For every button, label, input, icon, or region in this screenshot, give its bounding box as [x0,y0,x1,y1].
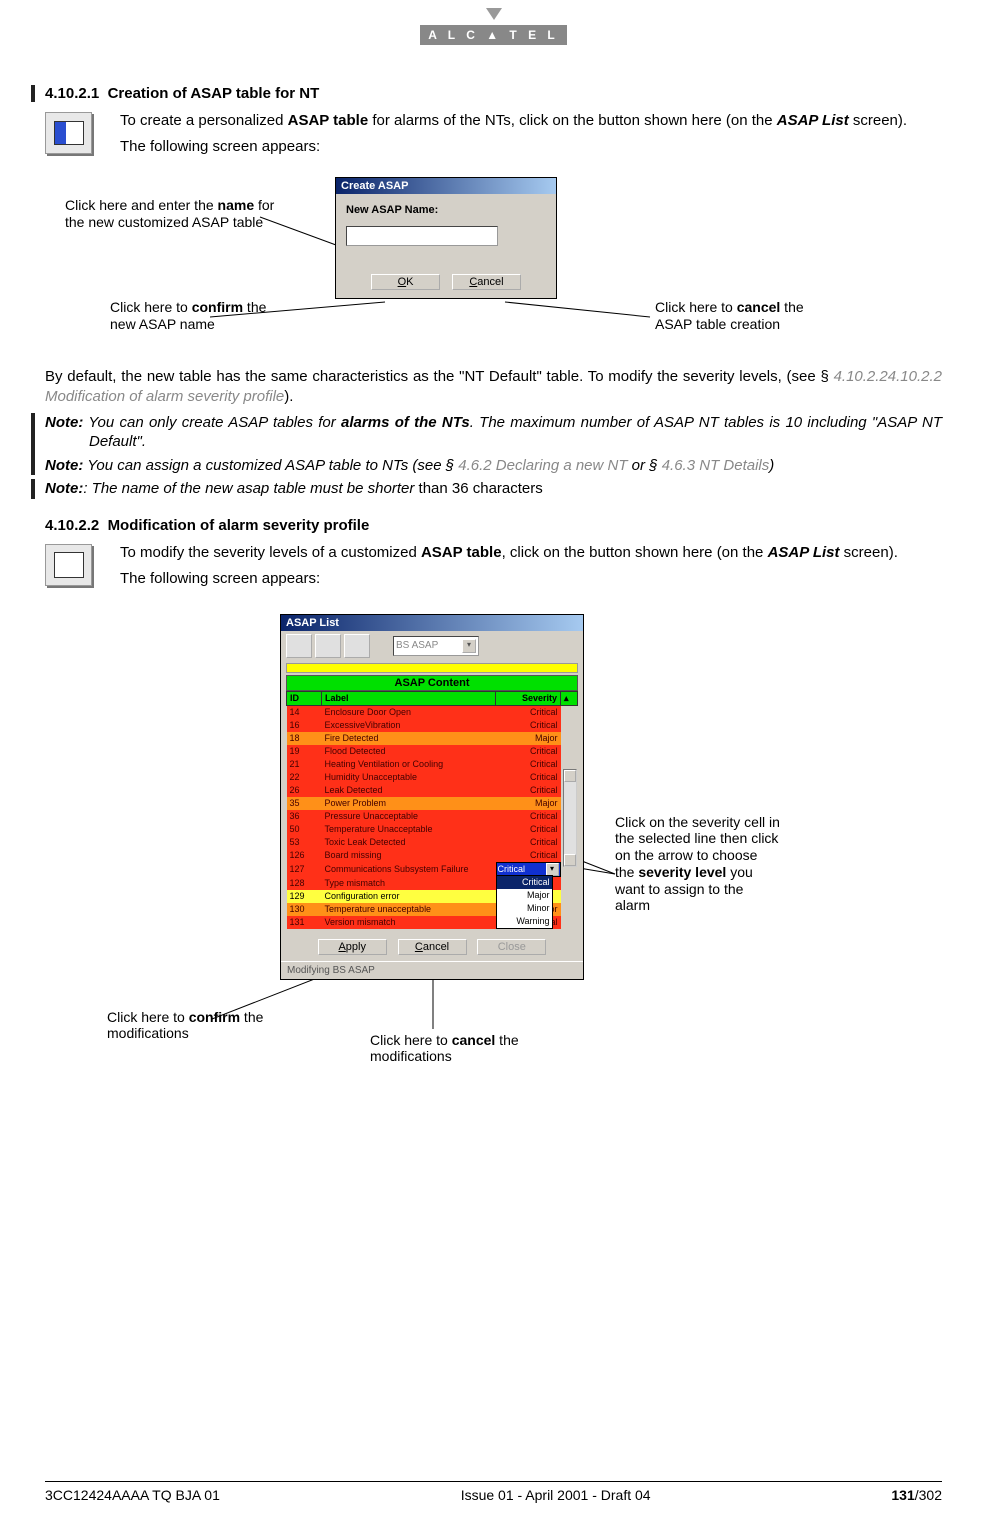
apply-button[interactable]: Apply [318,939,387,955]
note-1: Note: You can only create ASAP tables fo… [45,413,942,452]
modify-asap-icon [45,544,92,586]
col-id: ID [287,691,322,705]
note-3: Note:: The name of the new asap table mu… [45,479,942,499]
doc-issue: Issue 01 - April 2001 - Draft 04 [461,1487,651,1503]
table-row[interactable]: 19Flood DetectedCritical [287,745,578,758]
asap-content-table: ID Label Severity ▴ 14Enclosure Door Ope… [286,691,578,929]
dialog2-title: ASAP List [281,615,583,631]
filter-bar [286,663,578,673]
note-2: Note: You can assign a customized ASAP t… [45,456,942,476]
create-asap-icon [45,112,92,154]
cancel-button[interactable]: Cancel [452,274,521,290]
create-asap-dialog: Create ASAP New ASAP Name: OK Cancel [335,177,557,299]
section2-text: To modify the severity levels of a custo… [120,542,942,589]
asap-selector[interactable]: BS ASAP▾ [393,636,479,656]
status-bar: Modifying BS ASAP [281,961,583,979]
ok-button[interactable]: OK [371,274,440,290]
asap-list-dialog: ASAP List BS ASAP▾ ASAP Content ID Label… [280,614,584,980]
table-row[interactable]: 21Heating Ventilation or CoolingCritical [287,758,578,771]
table-row[interactable]: 127Communications Subsystem FailureCriti… [287,862,578,877]
callout-cancel-2: Click here to cancel the modifications [370,1032,530,1066]
callout-name: Click here and enter the name for the ne… [65,197,275,231]
table-row[interactable]: 35Power ProblemMajor [287,797,578,810]
callout-confirm-1: Click here to confirm the new ASAP name [110,299,270,333]
close-button[interactable]: Close [477,939,546,955]
page-footer: 3CC12424AAAA TQ BJA 01 Issue 01 - April … [45,1481,942,1503]
table-row[interactable]: 126Board missingCritical [287,849,578,862]
table-row[interactable]: 22Humidity UnacceptableCritical [287,771,578,784]
table-row[interactable]: 14Enclosure Door OpenCritical [287,705,578,719]
cancel-button-2[interactable]: Cancel [398,939,467,955]
scrollbar[interactable] [563,769,577,867]
col-label: Label [322,691,496,705]
table-row[interactable]: 50Temperature UnacceptableCritical [287,823,578,836]
toolbar: BS ASAP▾ [281,631,583,661]
table-row[interactable]: 36Pressure UnacceptableCritical [287,810,578,823]
new-asap-name-input[interactable] [346,226,498,246]
page-number: 131/302 [891,1487,942,1503]
doc-ref: 3CC12424AAAA TQ BJA 01 [45,1487,220,1503]
toolbar-button-3[interactable] [344,634,370,658]
callout-severity: Click on the severity cell in the select… [615,814,780,915]
content-header: ASAP Content [286,675,578,691]
table-row[interactable]: 26Leak DetectedCritical [287,784,578,797]
table-row[interactable]: 16ExcessiveVibrationCritical [287,719,578,732]
section1-text: To create a personalized ASAP table for … [120,110,942,157]
callout-cancel-1: Click here to cancel the ASAP table crea… [655,299,835,333]
section-heading-2: 4.10.2.2 Modification of alarm severity … [45,517,942,534]
logo: A L C ▲ T E L [45,0,942,75]
table-row[interactable]: 18Fire DetectedMajor [287,732,578,745]
toolbar-button-1[interactable] [286,634,312,658]
new-asap-name-label: New ASAP Name: [346,204,546,216]
section-heading-1: 4.10.2.1 Creation of ASAP table for NT [45,85,942,102]
col-scroll-header: ▴ [561,691,578,705]
col-severity: Severity [496,691,561,705]
severity-dropdown[interactable]: CriticalMajorMinorWarning [496,875,553,929]
dialog-title: Create ASAP [336,178,556,194]
callout-confirm-2: Click here to confirm the modifications [107,1009,267,1043]
toolbar-button-2[interactable] [315,634,341,658]
table-row[interactable]: 53Toxic Leak DetectedCritical [287,836,578,849]
para-after-dialog1: By default, the new table has the same c… [45,367,942,408]
